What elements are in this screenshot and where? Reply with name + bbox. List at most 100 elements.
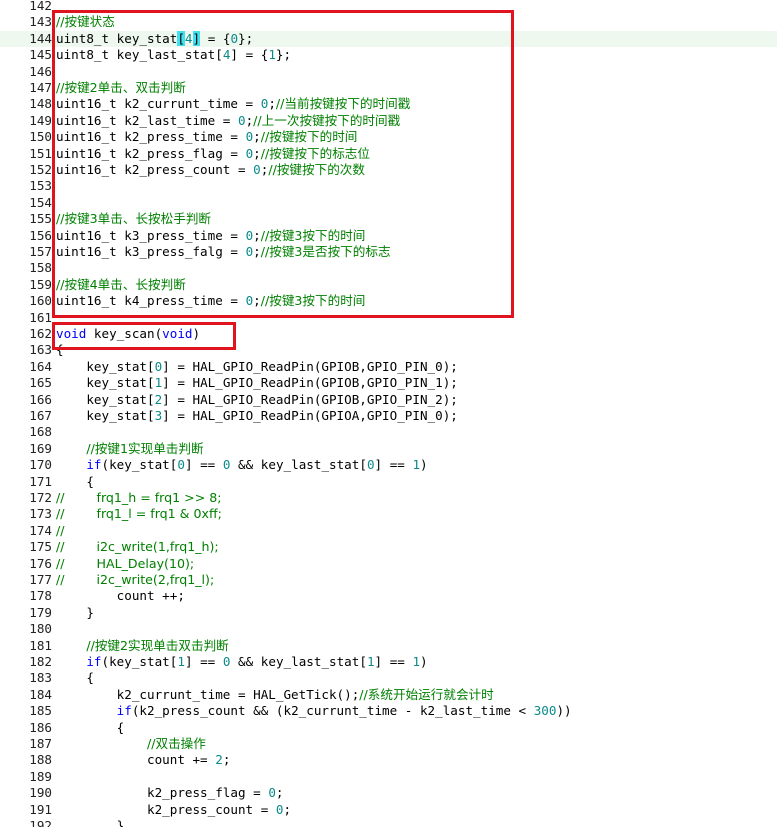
code-line[interactable]: 150 uint16_t k2_press_time = 0;//按键按下的时间 [0, 129, 777, 145]
code-text: { [56, 342, 64, 358]
code-text: key_stat[0] = HAL_GPIO_ReadPin(GPIOB,GPI… [56, 359, 458, 375]
code-line[interactable]: 168 [0, 424, 777, 440]
code-line[interactable]: 172 // frq1_h = frq1 >> 8; [0, 490, 777, 506]
line-number: 162 [29, 326, 52, 341]
code-token: && key_last_stat[ [230, 654, 367, 669]
code-token: uint16_t k2_press_time = [56, 129, 246, 145]
code-text: k2_currunt_time = HAL_GetTick();//系统开始运行… [56, 687, 494, 703]
line-number: 158 [29, 260, 52, 276]
code-text: uint16_t k2_press_count = 0;//按键按下的次数 [56, 162, 365, 178]
code-line[interactable]: 147 //按键2单击、双击判断 [0, 80, 777, 96]
code-token: uint16_t k2_press_count = [56, 162, 254, 177]
code-token: // frq1_l = frq1 & 0xff; [56, 506, 222, 522]
code-line[interactable]: 161 [0, 310, 777, 326]
line-number: 169 [29, 440, 52, 456]
code-token: uint16_t k2_last_time = [56, 112, 238, 128]
code-line[interactable]: 151 uint16_t k2_press_flag = 0;//按键按下的标志位 [0, 146, 777, 162]
code-token: ] == [374, 654, 413, 669]
code-line[interactable]: 192 } [0, 818, 777, 827]
code-token: { [56, 719, 125, 735]
code-line[interactable]: 189 [0, 769, 777, 785]
code-line[interactable]: 182 if(key_stat[1] == 0 && key_last_stat… [0, 654, 777, 670]
code-line[interactable]: 153 [0, 178, 777, 194]
code-line[interactable]: 183 { [0, 670, 777, 686]
code-line[interactable]: 148 uint16_t k2_currunt_time = 0;//当前按键按下… [0, 96, 777, 112]
code-token: ] = HAL_GPIO_ReadPin(GPIOA,GPIO_PIN_0); [162, 408, 458, 423]
code-token: if [86, 654, 102, 669]
line-number: 159 [29, 276, 52, 292]
code-line[interactable]: 176// HAL_Delay(10); [0, 556, 777, 572]
line-number: 173 [29, 506, 52, 522]
code-line[interactable]: 167 key_stat[3] = HAL_GPIO_ReadPin(GPIOA… [0, 408, 777, 424]
code-token: if [116, 703, 132, 719]
code-token: if [86, 457, 102, 473]
code-line[interactable]: 177 // i2c_write(2,frq1_l); [0, 572, 777, 588]
code-line[interactable]: 185 if(k2_press_count && (k2_currunt_tim… [0, 703, 777, 719]
code-line[interactable]: 142 [0, 0, 777, 14]
code-text: uint16_t k2_last_time = 0;//上一次按键按下的时间戳 [56, 113, 400, 129]
code-token: 0 [366, 457, 375, 473]
code-line[interactable]: 190 k2_press_flag = 0; [0, 785, 777, 801]
code-token: ; [283, 801, 292, 817]
code-line[interactable]: 179 } [0, 605, 777, 621]
code-line[interactable]: 160 uint16_t k4_press_time = 0;//按键3按下的时间 [0, 293, 777, 309]
line-number: 192 [29, 818, 52, 827]
code-text: k2_press_count = 0; [56, 802, 291, 818]
code-line[interactable]: 145 uint8_t key_last_stat[4] = {1}; [0, 47, 777, 63]
code-line[interactable]: 146 [0, 64, 777, 80]
code-line[interactable]: 186 { [0, 720, 777, 736]
code-line[interactable]: 154 [0, 195, 777, 211]
code-line[interactable]: 156 uint16_t k3_press_time = 0;//按键3按下的时间 [0, 228, 777, 244]
code-token: k2_press_count = [56, 801, 276, 817]
code-text: // HAL_Delay(10); [56, 556, 194, 572]
code-token: //按键按下的标志位 [260, 145, 370, 161]
code-line[interactable]: 184 k2_currunt_time = HAL_GetTick();//系统… [0, 687, 777, 703]
code-line[interactable]: 180 [0, 621, 777, 637]
code-token: ) [420, 654, 428, 669]
code-line[interactable]: 159//按键4单击、长按判断 [0, 277, 777, 293]
code-line[interactable]: 166 key_stat[2] = HAL_GPIO_ReadPin(GPIOB… [0, 392, 777, 408]
code-line[interactable]: 144 uint8_t key_stat[4] = {0}; [0, 30, 777, 48]
code-line[interactable]: 174// [0, 523, 777, 539]
code-line[interactable]: 162 void key_scan(void) [0, 326, 777, 342]
code-line[interactable]: 181 //按键2实现单击双击判断 [0, 638, 777, 654]
line-number: 144 [29, 30, 52, 46]
code-token: ; [253, 129, 261, 145]
code-token: )) [556, 703, 572, 719]
code-token: }; [238, 30, 254, 46]
code-token: ] = HAL_GPIO_ReadPin(GPIOB,GPIO_PIN_0); [162, 358, 458, 374]
code-token: //按键状态 [56, 14, 115, 30]
line-number: 178 [29, 588, 52, 604]
code-line[interactable]: 143//按键状态 [0, 14, 777, 30]
code-line[interactable]: 173// frq1_l = frq1 & 0xff; [0, 506, 777, 522]
code-line[interactable]: 175// i2c_write(1,frq1_h); [0, 539, 777, 555]
code-line[interactable]: 178 count ++; [0, 588, 777, 604]
line-number: 150 [29, 129, 52, 145]
code-text: key_stat[3] = HAL_GPIO_ReadPin(GPIOA,GPI… [56, 408, 458, 424]
code-line[interactable]: 163{ [0, 342, 777, 358]
code-line[interactable]: 157 uint16_t k3_press_falg = 0;//按键3是否按下的… [0, 244, 777, 260]
code-token: //按键3是否按下的标志 [260, 244, 391, 259]
line-number: 187 [29, 736, 52, 751]
code-line[interactable]: 191 k2_press_count = 0; [0, 802, 777, 818]
code-text: uint16_t k3_press_falg = 0;//按键3是否按下的标志 [56, 244, 391, 260]
code-line[interactable]: 149 uint16_t k2_last_time = 0;//上一次按键按下的时… [0, 113, 777, 129]
code-line[interactable]: 171 { [0, 474, 777, 490]
code-line[interactable]: 170 if(key_stat[0] == 0 && key_last_stat… [0, 457, 777, 473]
code-line[interactable]: 158 [0, 260, 777, 276]
code-line[interactable]: 188 count += 2; [0, 752, 777, 768]
line-number: 163 [29, 342, 52, 358]
code-line[interactable]: 164 key_stat[0] = HAL_GPIO_ReadPin(GPIOB… [0, 359, 777, 375]
code-line[interactable]: 152 uint16_t k2_press_count = 0;//按键按下的次数 [0, 162, 777, 178]
line-number: 184 [29, 686, 52, 702]
code-editor[interactable]: 142 143//按键状态 144 uint8_t key_stat[4] = {0}… [0, 0, 777, 827]
line-number: 176 [29, 555, 52, 571]
code-line[interactable]: 155//按键3单击、长按松手判断 [0, 211, 777, 227]
code-line[interactable]: 165 key_stat[1] = HAL_GPIO_ReadPin(GPIOB… [0, 375, 777, 391]
code-line[interactable]: 169 //按键1实现单击判断 [0, 441, 777, 457]
code-line[interactable]: 187 //双击操作 [0, 736, 777, 752]
code-token: 4 [184, 30, 193, 46]
